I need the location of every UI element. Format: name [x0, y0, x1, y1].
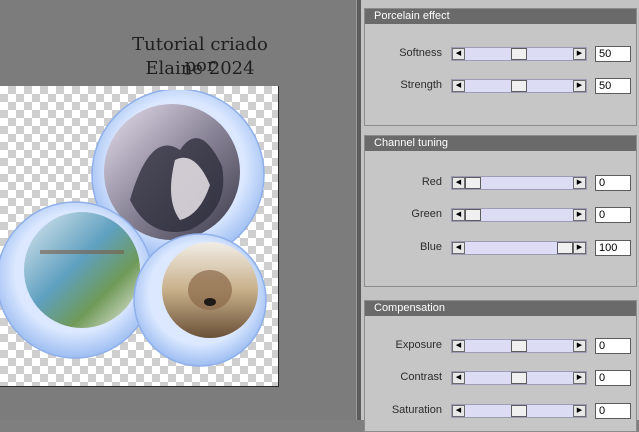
left-arrow-icon[interactable]: ◀	[452, 242, 465, 254]
param-label: Exposure	[395, 339, 442, 351]
frame-dog	[133, 233, 267, 367]
strength-slider[interactable]: ◀ ▶	[451, 79, 587, 93]
param-strength: Strength ◀ ▶	[365, 77, 636, 95]
group-porcelain-effect: Porcelain effect Softness ◀ ▶ Strength ◀…	[364, 8, 637, 126]
right-arrow-icon[interactable]: ▶	[573, 242, 586, 254]
contrast-value-input[interactable]	[595, 370, 631, 386]
right-arrow-icon[interactable]: ▶	[573, 80, 586, 92]
blue-value-input[interactable]	[595, 240, 631, 256]
left-arrow-icon[interactable]: ◀	[452, 177, 465, 189]
contrast-slider[interactable]: ◀ ▶	[451, 371, 587, 385]
param-label: Strength	[400, 79, 442, 91]
left-arrow-icon[interactable]: ◀	[452, 48, 465, 60]
left-arrow-icon[interactable]: ◀	[452, 405, 465, 417]
slider-thumb[interactable]	[511, 372, 527, 384]
slider-thumb[interactable]	[465, 177, 481, 189]
param-label: Green	[411, 208, 442, 220]
slider-thumb[interactable]	[557, 242, 573, 254]
right-arrow-icon[interactable]: ▶	[573, 209, 586, 221]
tutorial-credit-line2: Elaine 2024	[145, 58, 255, 79]
left-arrow-icon[interactable]: ◀	[452, 372, 465, 384]
red-value-input[interactable]	[595, 175, 631, 191]
group-compensation: Compensation Exposure ◀ ▶ Contrast ◀ ▶ S…	[364, 300, 637, 432]
param-exposure: Exposure ◀ ▶	[365, 337, 636, 355]
param-label: Saturation	[391, 404, 442, 416]
saturation-slider[interactable]: ◀ ▶	[451, 404, 587, 418]
saturation-value-input[interactable]	[595, 403, 631, 419]
exposure-slider[interactable]: ◀ ▶	[451, 339, 587, 353]
left-arrow-icon[interactable]: ◀	[452, 80, 465, 92]
right-arrow-icon[interactable]: ▶	[573, 372, 586, 384]
green-value-input[interactable]	[595, 207, 631, 223]
slider-thumb[interactable]	[465, 209, 481, 221]
param-red: Red ◀ ▶	[365, 174, 636, 192]
group-title: Compensation	[365, 301, 636, 316]
param-blue: Blue ◀ ▶	[365, 239, 636, 257]
slider-thumb[interactable]	[511, 405, 527, 417]
exposure-value-input[interactable]	[595, 338, 631, 354]
param-label: Blue	[419, 241, 442, 253]
blue-slider[interactable]: ◀ ▶	[451, 241, 587, 255]
param-green: Green ◀ ▶	[365, 206, 636, 224]
param-saturation: Saturation ◀ ▶	[365, 402, 636, 420]
softness-slider[interactable]: ◀ ▶	[451, 47, 587, 61]
green-slider[interactable]: ◀ ▶	[451, 208, 587, 222]
red-slider[interactable]: ◀ ▶	[451, 176, 587, 190]
frame-seaside	[0, 201, 154, 359]
slider-thumb[interactable]	[511, 48, 527, 60]
param-label: Contrast	[400, 371, 442, 383]
canvas-area[interactable]: Tutorial criado por Elaine 2024	[0, 0, 360, 420]
circle-collage-artwork	[0, 90, 267, 367]
param-softness: Softness ◀ ▶	[365, 45, 636, 63]
group-title: Channel tuning	[365, 136, 636, 151]
right-arrow-icon[interactable]: ▶	[573, 340, 586, 352]
left-arrow-icon[interactable]: ◀	[452, 209, 465, 221]
right-arrow-icon[interactable]: ▶	[573, 48, 586, 60]
left-arrow-icon[interactable]: ◀	[452, 340, 465, 352]
softness-value-input[interactable]	[595, 46, 631, 62]
strength-value-input[interactable]	[595, 78, 631, 94]
slider-thumb[interactable]	[511, 340, 527, 352]
param-label: Red	[421, 176, 442, 188]
group-channel-tuning: Channel tuning Red ◀ ▶ Green ◀ ▶ Blue ◀	[364, 135, 637, 287]
filter-settings-panel: Porcelain effect Softness ◀ ▶ Strength ◀…	[361, 0, 639, 432]
right-arrow-icon[interactable]: ▶	[573, 405, 586, 417]
group-title: Porcelain effect	[365, 9, 636, 24]
slider-thumb[interactable]	[511, 80, 527, 92]
param-contrast: Contrast ◀ ▶	[365, 369, 636, 387]
param-label: Softness	[399, 47, 442, 59]
right-arrow-icon[interactable]: ▶	[573, 177, 586, 189]
